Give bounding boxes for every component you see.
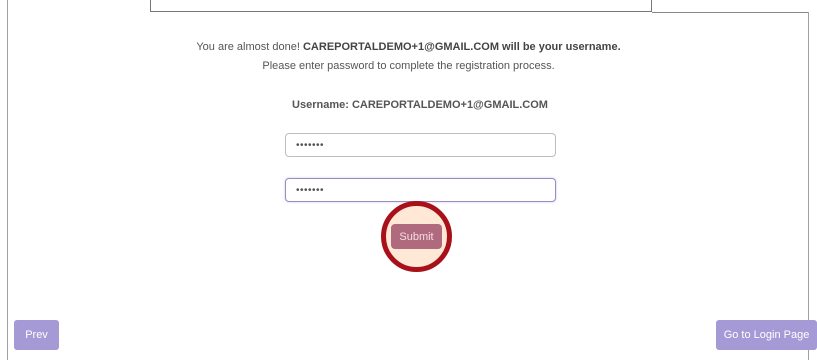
prev-button[interactable]: Prev <box>14 320 59 350</box>
submit-highlight: Submit <box>381 201 452 272</box>
confirm-password-input[interactable] <box>285 178 556 202</box>
username-label: Username: CAREPORTALDEMO+1@GMAIL.COM <box>292 99 548 111</box>
top-divider <box>652 12 809 13</box>
submit-button[interactable]: Submit <box>391 224 442 249</box>
password-input[interactable] <box>285 133 556 157</box>
top-callout-box <box>150 0 652 12</box>
completion-message-prefix: You are almost done! <box>196 41 303 53</box>
completion-message-email: CAREPORTALDEMO+1@GMAIL.COM <box>302 41 499 53</box>
go-to-login-button[interactable]: Go to Login Page <box>716 320 817 350</box>
left-border <box>7 0 8 360</box>
instruction-message: Please enter password to complete the re… <box>262 60 555 72</box>
completion-message: You are almost done! CAREPORTALDEMO+1@GM… <box>0 41 817 53</box>
completion-message-suffix: will be your username. <box>498 41 621 53</box>
